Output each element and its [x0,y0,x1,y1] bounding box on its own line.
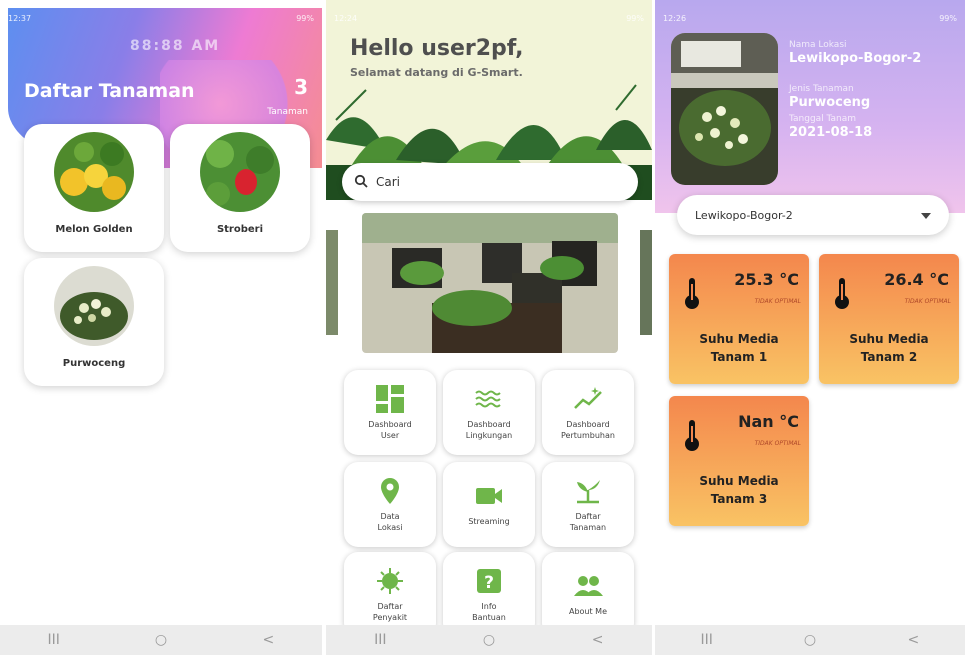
greeting-title: Hello user2pf, [350,36,524,61]
sensor-card-2[interactable]: 26.4 °C TIDAK OPTIMAL Suhu Media Tanam 2 [819,254,959,384]
sensor-status: TIDAK OPTIMAL [754,440,801,447]
carousel-next-slide[interactable] [640,230,652,335]
plant-type-value: Purwoceng [789,95,871,110]
plant-image-purwoceng [54,266,134,346]
location-value: Lewikopo-Bogor-2 [789,51,922,66]
greenhouse-banner-image[interactable] [362,213,618,353]
status-time: 12:24 [334,13,358,23]
plant-list-screen: 12:37 99% 88:88 AM Daftar Tanaman 3 Tana… [0,0,322,655]
plant-count-label: Tanaman [267,107,308,117]
status-bar: 12:26 99% [663,8,957,28]
menu-label: Dashboard User [368,420,412,440]
location-dropdown-value: Lewikopo-Bogor-2 [695,208,793,222]
carousel-prev-slide[interactable] [326,230,338,335]
sensor-status: TIDAK OPTIMAL [904,298,951,305]
virus-icon [375,566,405,596]
search-icon [354,173,368,192]
home-button[interactable]: ○ [141,632,181,648]
plant-name: Purwoceng [62,358,126,369]
search-bar[interactable] [342,163,638,201]
plant-name: Stroberi [216,224,264,235]
battery-level: 99% [626,13,644,23]
sensor-name: Suhu Media Tanam 3 [699,474,779,506]
thermometer-icon [683,276,701,314]
menu-dashboard-lingkungan[interactable]: Dashboard Lingkungan [443,370,535,455]
battery-level: 99% [296,13,314,23]
menu-streaming[interactable]: Streaming [443,462,535,547]
plant-info: Nama Lokasi Lewikopo-Bogor-2 Jenis Tanam… [789,36,921,140]
menu-label: Streaming [468,517,510,527]
plant-date-value: 2021-08-18 [789,125,873,140]
plant-photo [671,33,778,185]
people-icon [573,571,603,601]
menu-data-lokasi[interactable]: Data Lokasi [344,462,436,547]
plant-count-number: 3 [294,75,308,99]
home-button[interactable]: ○ [469,632,509,648]
svg-text:?: ? [484,573,494,593]
plant-detail-screen: 12:26 99% Nama Lokasi Lewikopo-Bogor-2 J… [655,0,965,655]
plant-card-stroberi[interactable]: Stroberi [170,124,310,252]
welcome-subtitle: Selamat datang di G-Smart. [350,66,523,79]
plant-date-label: Tanggal Tanam [789,114,857,124]
sensor-name: Suhu Media Tanam 1 [699,332,779,364]
status-time: 12:37 [8,13,32,23]
sensor-value: 26.4 °C [884,270,949,289]
plant-image-stroberi [200,132,280,212]
back-button[interactable]: < [578,632,618,648]
plant-name: Melon Golden [55,224,133,235]
thermometer-icon [833,276,851,314]
page-title: Daftar Tanaman [24,80,195,102]
sensor-value: Nan °C [738,412,799,431]
back-button[interactable]: < [893,632,933,648]
clock-overlay: 88:88 AM [130,38,221,54]
sensor-value: 25.3 °C [734,270,799,289]
menu-daftar-tanaman[interactable]: Daftar Tanaman [542,462,634,547]
dashboard-grid-icon [375,384,405,414]
status-bar: 12:24 99% [334,8,644,28]
location-label: Nama Lokasi [789,40,847,50]
status-bar: 12:37 99% [8,8,314,28]
menu-label: Daftar Penyakit [372,602,408,622]
caret-down-icon [921,209,931,222]
status-time: 12:26 [663,13,687,23]
menu-dashboard-user[interactable]: Dashboard User [344,370,436,455]
location-dropdown[interactable]: Lewikopo-Bogor-2 [677,195,949,235]
home-dashboard-screen: 12:24 99% Hello user2pf, Selamat datang … [326,0,652,655]
menu-label: Dashboard Pertumbuhan [561,420,615,440]
system-nav-bar: III ○ < [0,625,322,655]
location-pin-icon [375,476,405,506]
system-nav-bar: III ○ < [326,625,652,655]
plant-count: 3 Tanaman [267,75,308,118]
waves-icon [474,384,504,414]
recents-button[interactable]: III [34,632,74,648]
menu-label: Dashboard Lingkungan [465,420,513,440]
battery-level: 99% [939,13,957,23]
menu-dashboard-pertumbuhan[interactable]: Dashboard Pertumbuhan [542,370,634,455]
home-button[interactable]: ○ [790,632,830,648]
plant-type-label: Jenis Tanaman [789,84,854,94]
video-camera-icon [474,481,504,511]
recents-button[interactable]: III [687,632,727,648]
sprout-icon [573,476,603,506]
menu-label: About Me [568,607,608,617]
menu-label: Data Lokasi [377,512,403,532]
back-button[interactable]: < [248,632,288,648]
help-icon: ? [474,566,504,596]
plant-card-melon-golden[interactable]: Melon Golden [24,124,164,252]
system-nav-bar: III ○ < [655,625,965,655]
recents-button[interactable]: III [360,632,400,648]
growth-chart-icon [573,384,603,414]
search-input[interactable] [376,175,616,189]
sensor-name: Suhu Media Tanam 2 [849,332,929,364]
sensor-card-1[interactable]: 25.3 °C TIDAK OPTIMAL Suhu Media Tanam 1 [669,254,809,384]
thermometer-icon [683,418,701,456]
menu-label: Info Bantuan [472,602,506,622]
sensor-status: TIDAK OPTIMAL [754,298,801,305]
plant-image-melon [54,132,134,212]
menu-label: Daftar Tanaman [569,512,607,532]
sensor-card-3[interactable]: Nan °C TIDAK OPTIMAL Suhu Media Tanam 3 [669,396,809,526]
plant-card-purwoceng[interactable]: Purwoceng [24,258,164,386]
